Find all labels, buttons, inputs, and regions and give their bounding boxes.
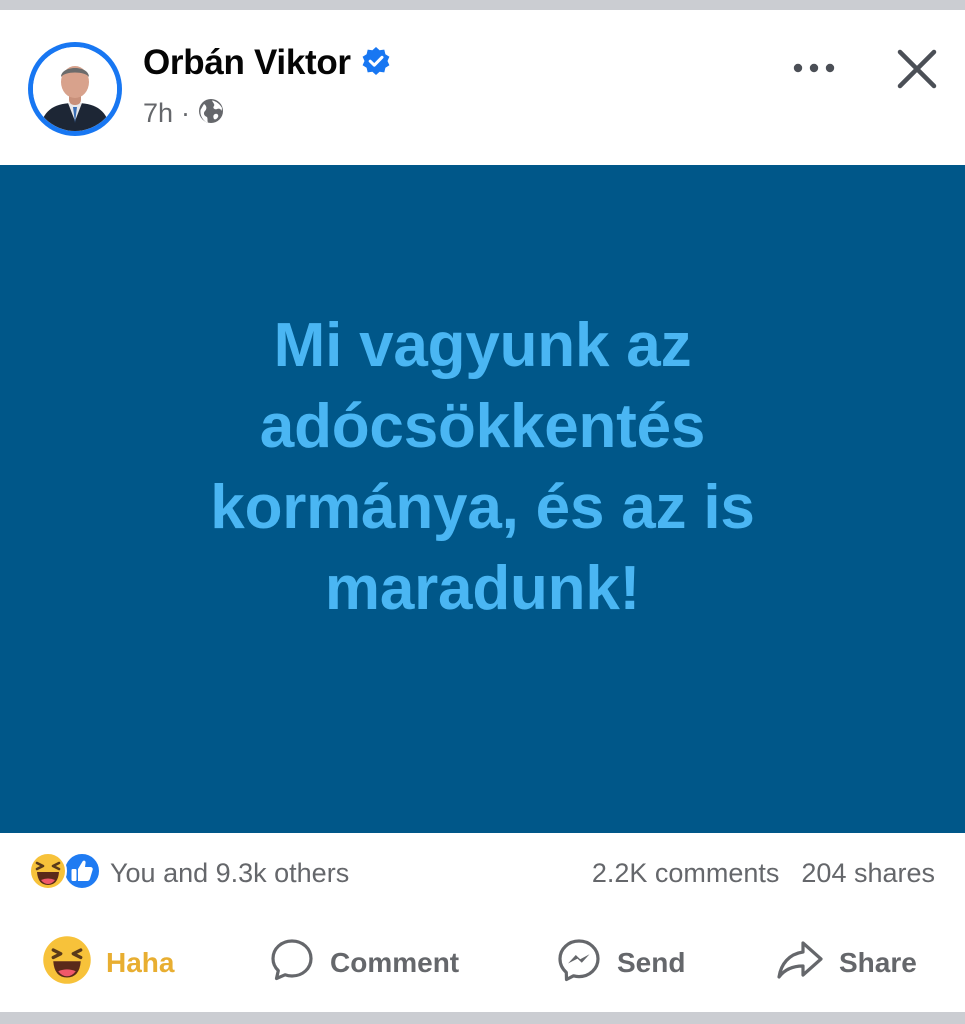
more-options-icon[interactable]: [786, 46, 842, 90]
share-label: Share: [839, 947, 917, 978]
meta-separator: ·: [181, 97, 191, 128]
share-icon: [775, 936, 825, 991]
messenger-icon: [555, 936, 603, 991]
comments-count[interactable]: 2.2K comments: [592, 858, 780, 889]
haha-icon: [42, 935, 92, 992]
send-button[interactable]: Send: [555, 920, 685, 1006]
post-header: Orbán Viktor 7h ·: [0, 10, 965, 165]
haha-reaction-button[interactable]: Haha: [42, 920, 174, 1006]
haha-reaction-icon: [28, 851, 68, 896]
comment-label: Comment: [330, 947, 460, 978]
comment-button[interactable]: Comment: [268, 920, 459, 1006]
like-reaction-icon: [62, 851, 102, 896]
comment-icon: [268, 936, 316, 991]
post-image-text: Mi vagyunk az adócsökkentés kormánya, és…: [210, 311, 755, 623]
close-icon[interactable]: [888, 40, 946, 98]
verified-badge-icon: [361, 46, 391, 81]
author-name[interactable]: Orbán Viktor: [143, 43, 351, 83]
avatar-photo: [33, 47, 117, 131]
post-action-bar: Haha Comment Send Share: [0, 920, 965, 1006]
haha-label: Haha: [106, 947, 175, 978]
post-image[interactable]: Mi vagyunk az adócsökkentés kormánya, és…: [0, 165, 965, 833]
bottom-border: [0, 1012, 965, 1024]
globe-icon: [198, 98, 224, 129]
reaction-stats-bar: You and 9.3k others 2.2K comments 204 sh…: [0, 833, 965, 913]
avatar[interactable]: [28, 42, 122, 136]
top-border: [0, 0, 965, 10]
send-label: Send: [617, 947, 686, 978]
reactions-summary[interactable]: You and 9.3k others: [28, 851, 350, 896]
shares-count[interactable]: 204 shares: [801, 858, 935, 889]
post-time[interactable]: 7h: [143, 98, 173, 129]
reaction-count: You and 9.3k others: [110, 857, 350, 888]
share-button[interactable]: Share: [775, 920, 917, 1006]
